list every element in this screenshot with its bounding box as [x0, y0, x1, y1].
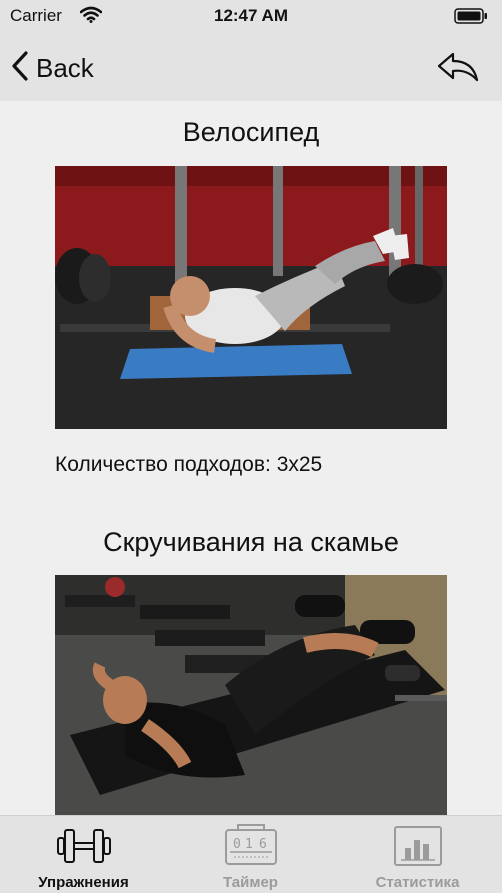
tab-bar: Упражнения 0 1 6 Таймер Статистика [0, 815, 502, 893]
exercise-photo-bicycle [55, 166, 447, 429]
svg-text:0: 0 [233, 837, 241, 852]
sets-count-label: Количество подходов: 3x25 [55, 453, 323, 476]
dumbbell-icon [56, 824, 111, 868]
status-time: 12:47 AM [213, 6, 288, 25]
exercise-photo-bench-crunch [55, 575, 447, 815]
tab-timer[interactable]: 0 1 6 Таймер [167, 816, 334, 893]
status-bar: Carrier 12:47 AM [0, 0, 502, 34]
reply-arrow-icon [436, 52, 480, 88]
tab-label: Упражнения [38, 874, 129, 891]
svg-text:1: 1 [245, 837, 253, 852]
navigation-bar: Back [0, 34, 502, 101]
timer-icon: 0 1 6 [224, 824, 278, 868]
bar-chart-icon [391, 824, 445, 868]
back-button[interactable]: Back [10, 48, 94, 88]
tab-label: Статистика [375, 874, 460, 891]
chevron-left-icon [10, 50, 30, 87]
svg-text:6: 6 [259, 837, 267, 852]
exercise-list[interactable]: Велосипед Количество подходов: 3x25 Скру… [0, 101, 502, 815]
share-button[interactable] [436, 50, 480, 84]
back-label: Back [36, 52, 94, 83]
tab-exercises[interactable]: Упражнения [0, 816, 167, 893]
exercise-title: Скручивания на скамье [103, 527, 399, 557]
battery-icon [454, 8, 488, 24]
tab-label: Таймер [223, 874, 278, 891]
tab-statistics[interactable]: Статистика [334, 816, 501, 893]
exercise-title: Велосипед [182, 117, 320, 147]
